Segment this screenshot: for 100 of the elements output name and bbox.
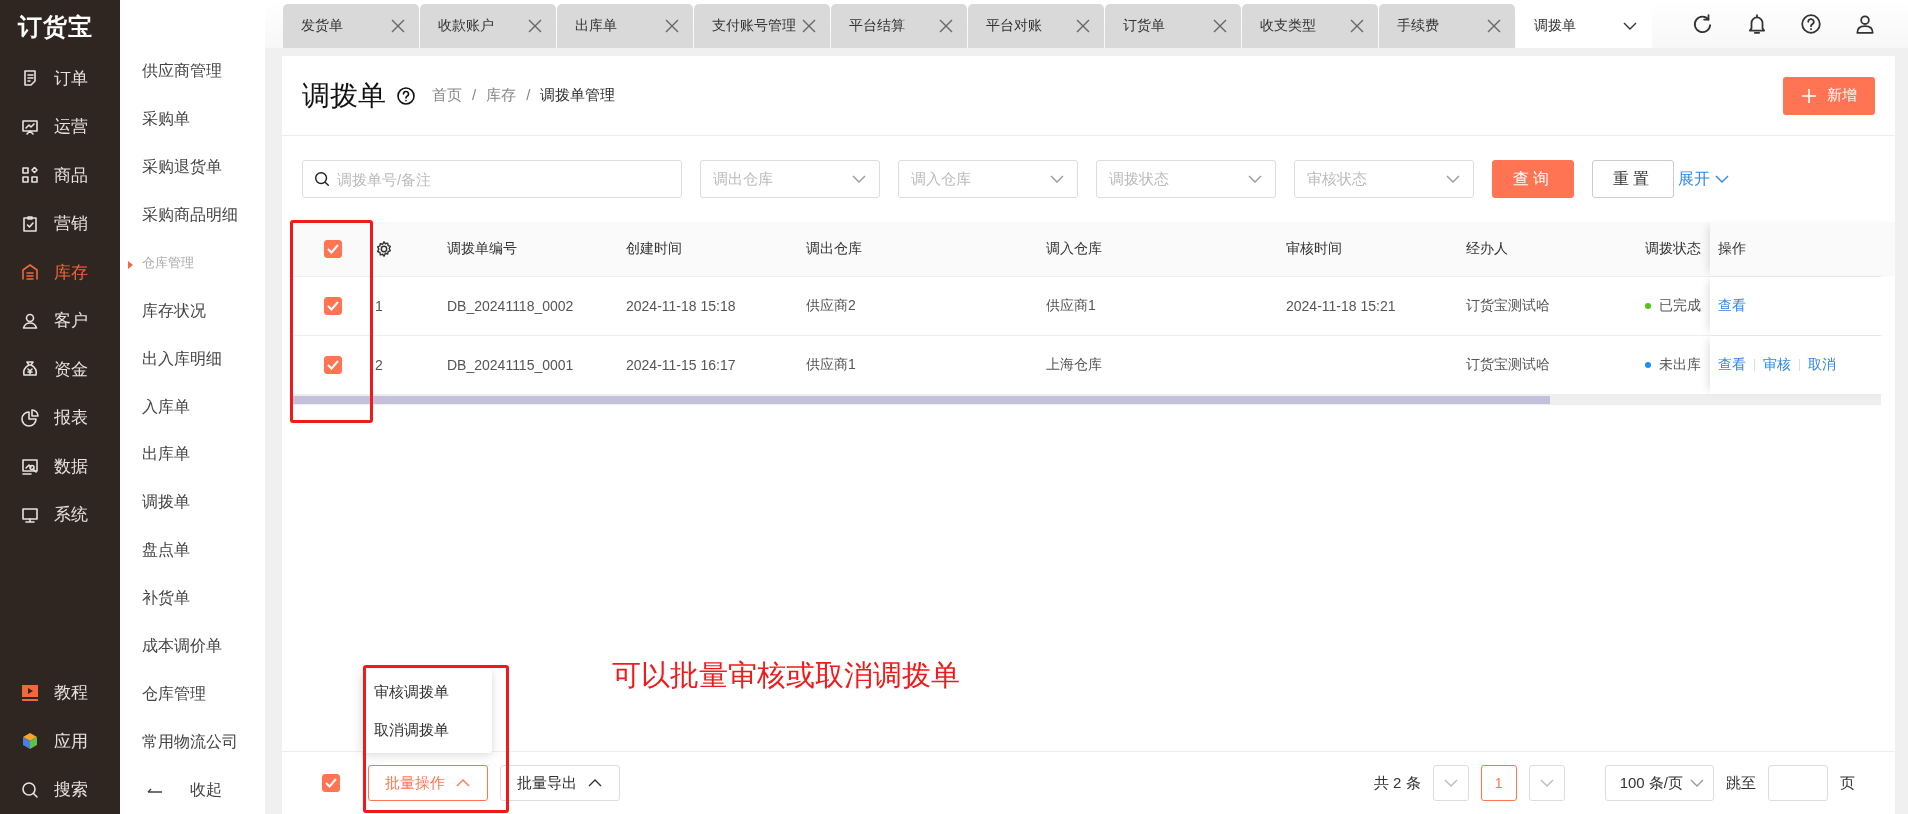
nav-item[interactable]: 数据 (0, 442, 120, 491)
page-input[interactable] (1768, 765, 1828, 801)
row-number: 2 (375, 357, 384, 373)
close-icon[interactable] (1213, 19, 1227, 33)
tab[interactable]: 平台对账 (968, 4, 1104, 48)
pie-chart-icon (20, 407, 40, 428)
table-cell-text: 2024-11-18 15:18 (626, 298, 737, 314)
column-header: 调拨单编号 (447, 240, 518, 258)
chevron-down-icon (1049, 174, 1065, 184)
help-icon (1800, 13, 1822, 35)
chevron-icon (455, 778, 471, 788)
table-cell-text: 2024-11-15 16:17 (626, 357, 737, 373)
bell-icon (1746, 13, 1768, 35)
submenu-item[interactable]: 出入库明细 (120, 335, 265, 384)
nav-item[interactable]: 订单 (0, 54, 120, 103)
nav-item[interactable]: 搜索 (0, 765, 120, 814)
nav-item[interactable]: 客户 (0, 296, 120, 345)
help-icon (396, 85, 416, 106)
submenu-item[interactable]: 采购商品明细 (120, 191, 265, 240)
page-unit: 页 (1840, 773, 1855, 793)
submenu-item[interactable]: 出库单 (120, 431, 265, 479)
close-icon[interactable] (802, 19, 816, 33)
annotation-text: 可以批量审核或取消调拨单 (612, 658, 960, 693)
nav-item[interactable]: 报表 (0, 393, 120, 442)
checkbox[interactable] (323, 240, 342, 258)
chevron-down-icon (851, 174, 867, 184)
breadcrumb-item: 调拨单管理 (540, 86, 616, 105)
search-icon (313, 170, 331, 188)
submenu-item[interactable]: 采购退货单 (120, 143, 265, 192)
row-number: 1 (375, 298, 384, 314)
column-header: 经办人 (1466, 240, 1509, 258)
page-size-select[interactable]: 100 条/页 (1604, 765, 1714, 801)
action-link[interactable]: 查看 (1718, 297, 1746, 315)
expand-link[interactable]: 展开 (1678, 168, 1730, 190)
action-link[interactable]: 审核 (1763, 356, 1791, 374)
submenu-item[interactable]: 补货单 (120, 574, 265, 623)
tab[interactable]: 手续费 (1379, 4, 1515, 48)
submenu-item[interactable]: 采购单 (120, 95, 265, 144)
tab[interactable]: 平台结算 (831, 4, 967, 48)
checkbox[interactable] (322, 774, 340, 792)
tab[interactable]: 订货单 (1105, 4, 1241, 48)
chevron-down-icon (1247, 174, 1263, 184)
tab[interactable]: 收支类型 (1242, 4, 1378, 48)
close-icon[interactable] (1350, 19, 1364, 33)
nav-item[interactable]: 营销 (0, 199, 120, 248)
tab[interactable]: 收款账户 (420, 4, 556, 48)
breadcrumb-item[interactable]: 首页 (432, 86, 462, 105)
breadcrumb-item[interactable]: 库存 (486, 86, 517, 105)
reset-button[interactable]: 重置 (1592, 160, 1674, 198)
chevron-down-icon (1622, 21, 1638, 31)
table-cell-text: DB_20241115_0001 (447, 357, 575, 373)
checkbox[interactable] (323, 297, 342, 315)
tab[interactable]: 支付账号管理 (694, 4, 830, 48)
submenu-item[interactable]: 供应商管理 (120, 48, 265, 96)
total-count: 共 2 条 (1373, 773, 1421, 793)
user-icon (1854, 13, 1876, 35)
batch-export-button[interactable]: 批量导出 (500, 765, 620, 801)
submenu-item[interactable]: 入库单 (120, 383, 265, 431)
submenu-item[interactable]: 成本调价单 (120, 622, 265, 671)
nav-item[interactable]: 商品 (0, 151, 120, 200)
table-cell-text: 2024-11-18 15:21 (1286, 298, 1397, 314)
nav-item[interactable]: 教程 (0, 668, 120, 717)
close-icon[interactable] (665, 19, 679, 33)
column-header: 创建时间 (626, 240, 683, 258)
column-header: 调入仓库 (1046, 240, 1103, 258)
close-icon[interactable] (528, 19, 542, 33)
tab[interactable]: 出库单 (557, 4, 693, 48)
menu-item[interactable]: 取消调拨单 (362, 711, 492, 749)
action-link[interactable]: 查看 (1718, 356, 1746, 374)
submenu-item[interactable]: 常用物流公司 (120, 718, 265, 767)
submenu-item[interactable]: 库存状况 (120, 287, 265, 336)
tab[interactable]: 发货单 (283, 4, 419, 48)
submenu-item[interactable]: 调拨单 (120, 478, 265, 527)
menu-item[interactable]: 审核调拨单 (362, 673, 492, 711)
breadcrumb-separator: / (472, 86, 477, 105)
checkbox[interactable] (323, 356, 342, 374)
nav-item[interactable]: 库存 (0, 248, 120, 297)
submenu-item[interactable]: 仓库管理 (120, 670, 265, 719)
action-link[interactable]: 取消 (1808, 356, 1836, 374)
column-header: 调拨状态 (1645, 240, 1702, 258)
submenu-item[interactable]: 盘点单 (120, 526, 265, 575)
collapse-button[interactable]: 收起 (120, 766, 265, 814)
close-icon[interactable] (391, 19, 405, 33)
chevron-down-icon (1445, 174, 1461, 184)
close-icon[interactable] (1487, 19, 1501, 33)
search-field[interactable]: 调拨单号/备注 (302, 160, 682, 198)
close-icon[interactable] (939, 19, 953, 33)
column-header: 审核时间 (1286, 240, 1343, 258)
clipboard-icon (20, 213, 40, 234)
nav-item[interactable]: 运营 (0, 102, 120, 151)
status-text: 已完成 (1659, 297, 1701, 315)
nav-item[interactable]: 资金 (0, 345, 120, 394)
close-icon[interactable] (1076, 19, 1090, 33)
nav-item[interactable]: 系统 (0, 490, 120, 539)
breadcrumb-separator: / (526, 86, 531, 105)
data-chart-icon (20, 456, 40, 477)
chevron-down-icon (1689, 778, 1705, 788)
horizontal-scrollbar[interactable] (290, 395, 1881, 405)
nav-item[interactable]: 应用 (0, 717, 120, 766)
table-cell-text: 订货宝测试哈 (1466, 297, 1551, 315)
